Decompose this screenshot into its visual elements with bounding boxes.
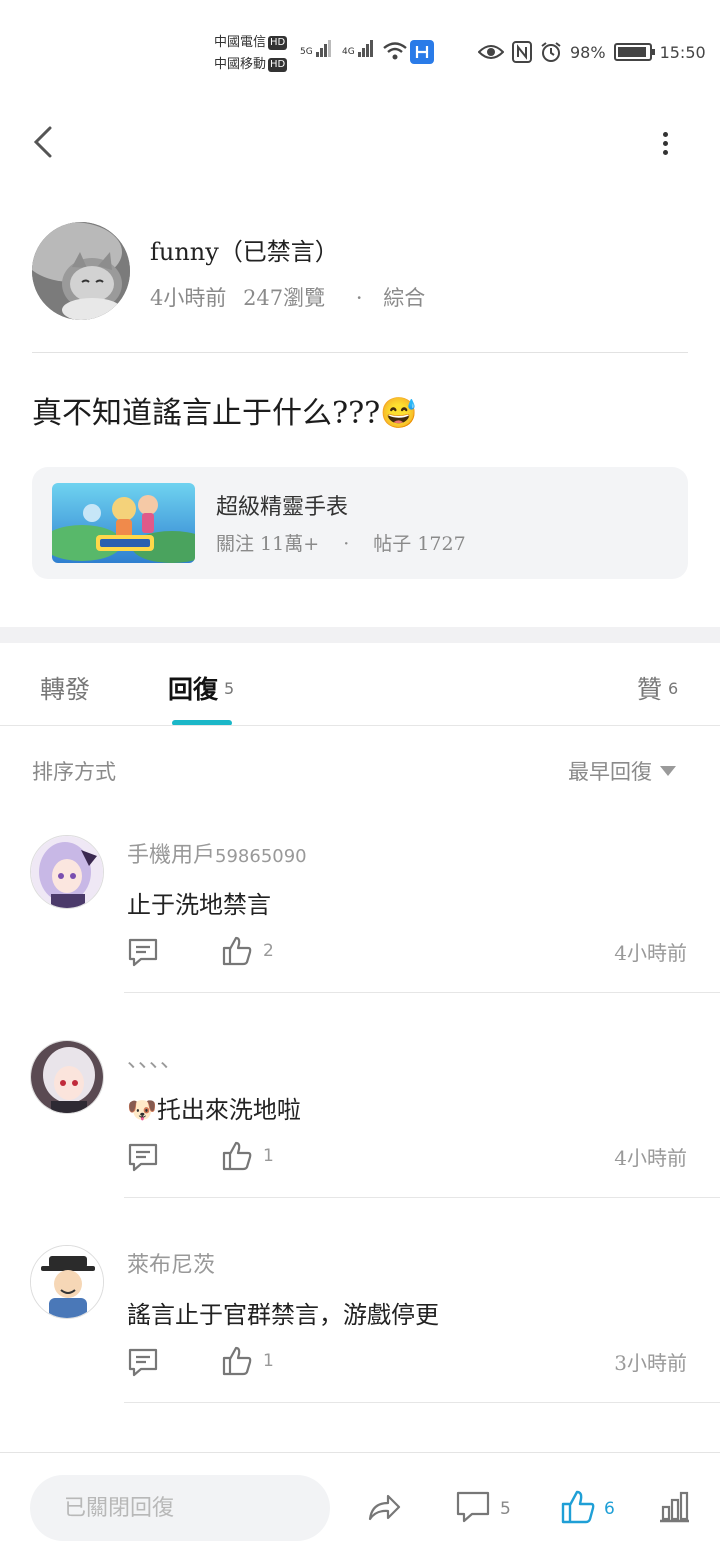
like-count: 2 (263, 941, 274, 961)
comment-reply-icon[interactable] (127, 937, 159, 967)
sort-selected-value: 最早回復 (568, 760, 652, 784)
battery-icon (613, 43, 655, 61)
hd-badge: HD (268, 58, 288, 72)
comment-time: 4小時前 (614, 941, 687, 965)
clock: 15:50 (659, 42, 706, 62)
signal-4g-icon: 4G (342, 40, 374, 57)
author-name[interactable]: funny（已禁言） (150, 232, 339, 267)
comment-reply-icon[interactable] (127, 1347, 159, 1377)
meta-separator: · (343, 533, 350, 555)
share-icon[interactable] (366, 1489, 402, 1525)
comment-text: 謠言止于官群禁言，游戲停更 (127, 1301, 439, 1329)
thumbs-up-icon[interactable] (221, 1140, 253, 1172)
comment-icon[interactable] (455, 1489, 491, 1525)
eye-icon (478, 45, 504, 59)
commenter-name[interactable]: 萊布尼茨 (127, 1247, 215, 1279)
commenter-name[interactable]: 、、、、 (127, 1042, 182, 1074)
commenter-name[interactable]: 手機用戶59865090 (127, 837, 307, 869)
post-meta: 4小時前 247瀏覽 · 綜合 (150, 282, 435, 312)
reply-count: 5 (224, 679, 235, 698)
like-count: 1 (263, 1351, 274, 1371)
commenter-avatar[interactable] (30, 1040, 104, 1114)
app-notification-icon (410, 40, 434, 64)
game-followers: 關注 11萬+ (216, 533, 320, 555)
comment-text: 止于洗地禁言 (127, 891, 271, 919)
post-body-text: 真不知道謠言止于什么???😅 (32, 396, 418, 431)
hd-badge: HD (268, 36, 288, 50)
divider (32, 352, 688, 353)
alarm-icon (541, 42, 561, 62)
comment-count: 5 (500, 1499, 511, 1519)
battery-percent: 98% (570, 42, 606, 62)
comment-item: 萊布尼茨 謠言止于官群禁言，游戲停更 1 3小時前 (0, 1245, 720, 1450)
commenter-avatar[interactable] (30, 1245, 104, 1319)
comment-time: 3小時前 (614, 1351, 687, 1375)
reply-input[interactable] (30, 1475, 330, 1541)
comment-actions: 2 4小時前 (127, 935, 687, 971)
commenter-avatar[interactable] (30, 835, 104, 909)
carrier-2: 中國移動 (214, 57, 267, 72)
like-count: 1 (263, 1146, 274, 1166)
comment-item: 、、、、 🐶托出來洗地啦 1 4小時前 (0, 1040, 720, 1245)
post-category[interactable]: 綜合 (383, 286, 425, 310)
divider (124, 992, 720, 993)
post-views: 247瀏覽 (243, 286, 326, 310)
post-time: 4小時前 (150, 286, 227, 310)
carrier-info: 中國電信 HD 中國移動 HD (214, 32, 288, 76)
wifi-icon (383, 42, 407, 60)
like-total-count: 6 (604, 1499, 615, 1519)
caret-down-icon (660, 766, 676, 776)
comment-item: 手機用戶59865090 止于洗地禁言 2 4小時前 (0, 835, 720, 1040)
divider (124, 1197, 720, 1198)
thumbs-up-active-icon[interactable] (560, 1489, 596, 1525)
status-bar: 中國電信 HD 中國移動 HD 5G 4G 98% 15:50 (0, 0, 720, 100)
back-arrow-icon[interactable] (28, 122, 64, 162)
comment-text: 🐶托出來洗地啦 (127, 1096, 301, 1124)
thumbs-up-icon[interactable] (221, 1345, 253, 1377)
game-posts: 帖子 1727 (373, 533, 466, 555)
likes-count: 6 (668, 679, 679, 698)
sort-dropdown[interactable]: 最早回復 (568, 756, 676, 786)
comment-actions: 1 4小時前 (127, 1140, 687, 1176)
tab-reply[interactable]: 回復 5 (168, 670, 234, 706)
thumbs-up-icon[interactable] (221, 935, 253, 967)
tab-likes[interactable]: 贊6 (637, 670, 678, 706)
author-avatar[interactable] (32, 222, 130, 320)
divider (124, 1402, 720, 1403)
bottom-action-bar: 5 6 (0, 1452, 720, 1560)
tab-forward[interactable]: 轉發 (40, 670, 90, 706)
comment-time: 4小時前 (614, 1146, 687, 1170)
comment-reply-icon[interactable] (127, 1142, 159, 1172)
more-options-icon[interactable] (650, 122, 680, 162)
game-card[interactable]: 超級精靈手表 關注 11萬+ · 帖子 1727 (32, 467, 688, 579)
carrier-1: 中國電信 (214, 35, 267, 50)
meta-separator: · (355, 286, 363, 310)
section-gap (0, 627, 720, 643)
game-thumbnail (52, 483, 195, 563)
divider (0, 725, 720, 726)
status-right: 98% 15:50 (478, 38, 706, 66)
game-name: 超級精靈手表 (216, 495, 349, 520)
game-stats: 關注 11萬+ · 帖子 1727 (216, 529, 484, 556)
nfc-icon (512, 41, 532, 63)
stats-icon[interactable] (656, 1489, 692, 1525)
signal-5g-icon: 5G (300, 40, 332, 57)
comment-actions: 1 3小時前 (127, 1345, 687, 1381)
sort-label: 排序方式 (32, 760, 116, 784)
